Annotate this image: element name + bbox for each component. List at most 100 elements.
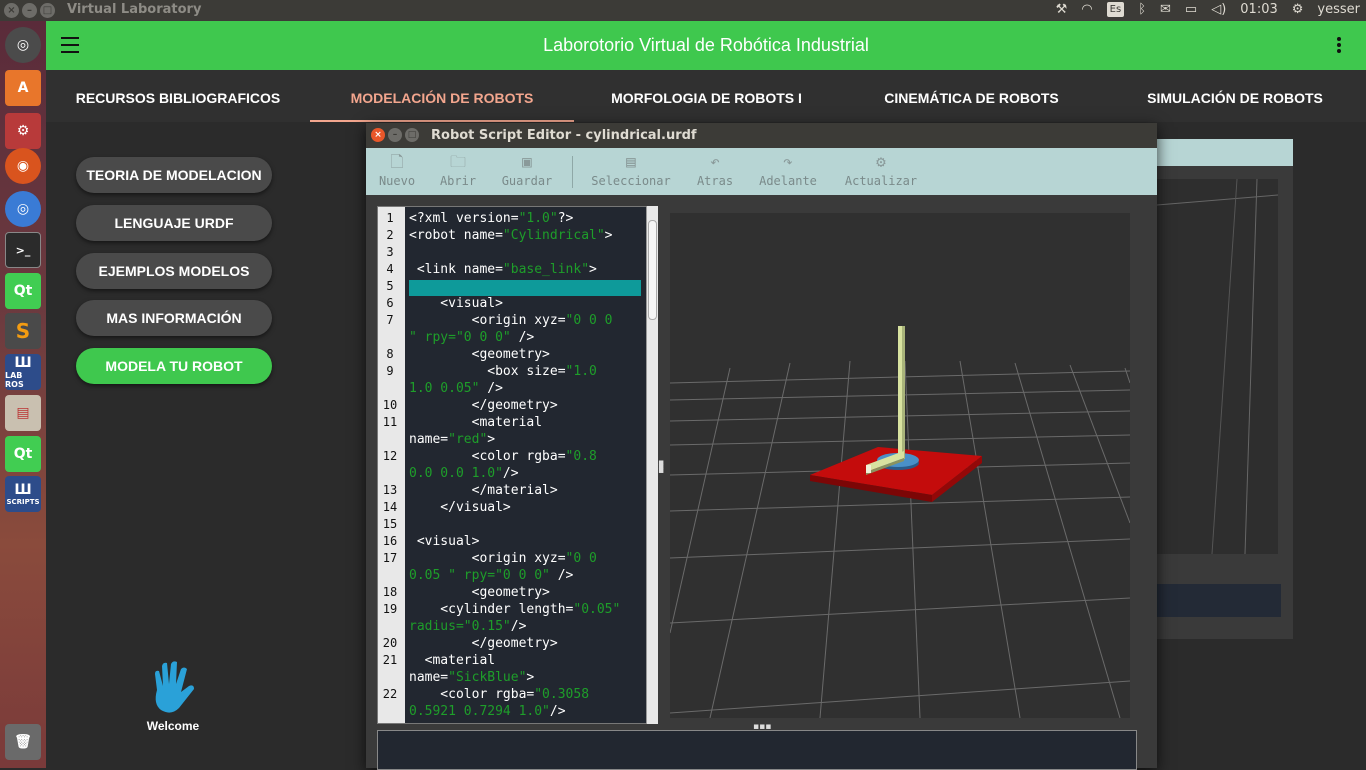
minimize-icon[interactable]: – xyxy=(22,3,37,18)
wifi-icon[interactable]: ◠ xyxy=(1081,2,1092,17)
volume-icon[interactable]: ◁) xyxy=(1211,2,1226,17)
gear-icon[interactable]: ⚙ xyxy=(1292,2,1304,17)
keyboard-layout-indicator[interactable]: Es xyxy=(1106,2,1125,17)
code-scrollbar[interactable] xyxy=(646,206,658,724)
trash-icon[interactable]: 🗑 xyxy=(5,724,41,760)
sublime-icon[interactable]: S xyxy=(5,313,41,349)
code-string: "0.3058 xyxy=(534,687,590,702)
mas-informacion-button[interactable]: MAS INFORMACIÓN xyxy=(76,300,272,336)
abrir-label: Abrir xyxy=(439,174,477,188)
robot-3d-viewport[interactable] xyxy=(669,213,1131,719)
code-token: > xyxy=(589,262,597,277)
files-icon[interactable]: ▤ xyxy=(5,395,41,431)
abrir-button[interactable]: 🗀 Abrir xyxy=(438,152,478,188)
adelante-button[interactable]: ↷ Adelante xyxy=(756,152,820,188)
code-string: "0 0 0 xyxy=(565,313,613,328)
code-string: "1.0" xyxy=(518,211,558,226)
guardar-button[interactable]: ▣ Guardar xyxy=(499,152,555,188)
code-token: > xyxy=(487,432,496,447)
code-string: "SickBlue" xyxy=(448,670,527,685)
close-icon[interactable]: × xyxy=(4,3,19,18)
line-number: 16 xyxy=(382,534,398,548)
line-number: 11 xyxy=(382,415,398,429)
robot-script-editor-window: × – □ Robot Script Editor - cylindrical.… xyxy=(366,123,1157,770)
lenguaje-urdf-button[interactable]: LENGUAJE URDF xyxy=(76,205,272,241)
tab-modelacion-de-robots[interactable]: MODELACIÓN DE ROBOTS xyxy=(310,70,574,122)
line-number: 3 xyxy=(386,245,394,259)
line-number: 15 xyxy=(382,517,398,531)
code-string: 0.5921 0.7294 1.0" xyxy=(409,704,550,719)
editor-toolbar: 🗋 Nuevo 🗀 Abrir ▣ Guardar ▤ Seleccionar ↶ Atr… xyxy=(366,148,1157,195)
code-line: <box size="1.0 xyxy=(409,364,597,379)
actualizar-button[interactable]: ⚙ Actualizar xyxy=(841,152,921,188)
undo-icon: ↶ xyxy=(710,152,720,171)
qt-icon[interactable]: Qt xyxy=(5,273,41,309)
ejemplos-modelos-button[interactable]: EJEMPLOS MODELOS xyxy=(76,253,272,289)
new-file-icon: 🗋 xyxy=(390,152,404,171)
chromium-icon[interactable]: ◎ xyxy=(5,191,41,227)
settings-icon[interactable]: ⚙ xyxy=(5,113,41,149)
waving-hand-icon xyxy=(155,661,194,713)
launcher: ◎ A ⚙ ◉ ◎ >_ Qt S Ш LAB ROS ▤ Qt Ш SCRIPTS… xyxy=(0,21,46,768)
line-number: 9 xyxy=(386,364,394,378)
code-token: </material> xyxy=(409,483,558,498)
code-editor[interactable]: 1 2 3 4 5 6 7 8 9 10 11 12 13 14 15 16 17 18 19 20 21 22 <?xm… xyxy=(377,206,658,724)
code-token: <geometry> xyxy=(409,347,550,362)
code-token: /> xyxy=(479,381,503,396)
qt-creator-icon[interactable]: Qt xyxy=(5,436,41,472)
code-token: name= xyxy=(409,670,449,685)
code-token: <box size= xyxy=(409,364,566,379)
code-token: <origin xyz= xyxy=(409,551,566,566)
editor-minimize-icon[interactable]: – xyxy=(388,128,402,142)
page-title: Laborotorio Virtual de Robótica Industri… xyxy=(543,35,869,55)
code-string: "base_link" xyxy=(502,262,590,277)
code-string: " rpy="0 0 0" xyxy=(409,330,511,345)
maximize-icon[interactable]: □ xyxy=(40,3,55,18)
output-console[interactable] xyxy=(377,730,1137,770)
clock[interactable]: 01:03 xyxy=(1240,2,1277,17)
mail-icon[interactable]: ✉ xyxy=(1160,2,1171,17)
nuevo-label: Nuevo xyxy=(378,174,416,188)
code-token: </geometry> xyxy=(409,398,558,413)
editor-title: Robot Script Editor - cylindrical.urdf xyxy=(431,128,697,143)
terminal-icon[interactable]: >_ xyxy=(5,232,41,268)
tools-icon[interactable]: ⚒ xyxy=(1056,2,1068,17)
code-token: ?> xyxy=(557,211,574,226)
bluetooth-icon[interactable]: ᛒ xyxy=(1138,2,1146,17)
editor-maximize-icon[interactable]: □ xyxy=(405,128,419,142)
battery-icon[interactable]: ▭ xyxy=(1185,2,1197,17)
code-token: <robot name= xyxy=(409,228,503,243)
welcome-label: Welcome xyxy=(146,719,200,733)
tab-recursos-bibliograficos[interactable]: RECURSOS BIBLIOGRAFICOS xyxy=(66,70,290,122)
line-number: 7 xyxy=(386,313,394,327)
code-token: <?xml version= xyxy=(409,211,519,226)
splitter-handle[interactable]: ▪ ▪ ▪ xyxy=(658,459,664,476)
tab-morfologia-de-robots[interactable]: MORFOLOGIA DE ROBOTS I xyxy=(594,70,819,122)
ubuntu-icon[interactable]: ◎ xyxy=(5,27,41,63)
nuevo-button[interactable]: 🗋 Nuevo xyxy=(378,152,416,188)
script-icon[interactable]: Ш SCRIPTS xyxy=(5,476,41,512)
window-controls: × – □ xyxy=(4,3,55,18)
welcome-widget[interactable]: Welcome xyxy=(138,660,208,733)
seleccionar-button[interactable]: ▤ Seleccionar xyxy=(587,152,675,188)
robot-arm-icon: ⚙ xyxy=(876,152,886,171)
software-center-icon[interactable]: A xyxy=(5,70,41,106)
tab-cinematica-de-robots[interactable]: CINEMÁTICA DE ROBOTS xyxy=(839,70,1104,122)
code-token: </visual> xyxy=(409,500,511,515)
code-line: 0.0 0.0 1.0"/> xyxy=(409,466,519,481)
code-line: <robot name="Cylindrical"> xyxy=(409,228,613,243)
code-line: <origin xyz="0 0 xyxy=(409,551,597,566)
editor-close-icon[interactable]: × xyxy=(371,128,385,142)
tab-simulacion-de-robots[interactable]: SIMULACIÓN DE ROBOTS xyxy=(1124,70,1346,122)
folder-icon: 🗀 xyxy=(449,152,466,171)
atras-button[interactable]: ↶ Atras xyxy=(695,152,735,188)
firefox-icon[interactable]: ◉ xyxy=(5,148,41,184)
lab-ros-icon[interactable]: Ш LAB ROS xyxy=(5,354,41,390)
teoria-de-modelacion-button[interactable]: TEORIA DE MODELACION xyxy=(76,157,272,193)
more-options-icon[interactable] xyxy=(1337,37,1341,55)
modela-tu-robot-button[interactable]: MODELA TU ROBOT xyxy=(76,348,272,384)
scrollbar-thumb[interactable] xyxy=(648,220,657,320)
user-name[interactable]: yesser xyxy=(1317,2,1360,17)
code-line: " rpy="0 0 0" /> xyxy=(409,330,534,345)
window-title: Virtual Laboratory xyxy=(67,2,202,17)
